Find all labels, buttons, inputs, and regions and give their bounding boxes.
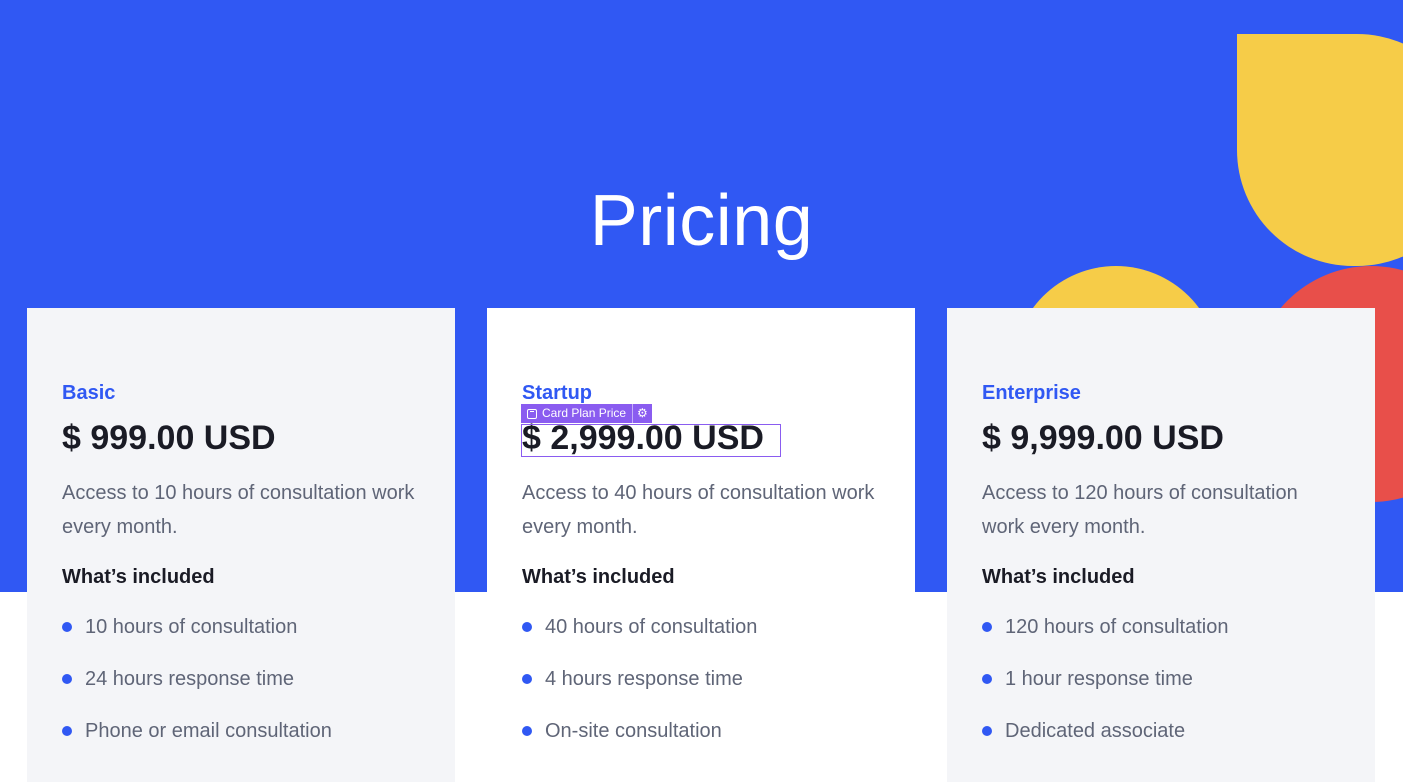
selection-outline [521,424,781,457]
feature-item: On-site consultation [522,716,880,746]
feature-item: Phone or email consultation [62,716,420,746]
feature-label: 24 hours response time [85,667,295,690]
included-heading: What’s included [62,566,215,588]
pricing-card-startup: Startup Card Plan Price ⚙ $ 2,999.00 USD… [487,308,915,782]
bullet-icon [982,726,992,736]
bullet-icon [982,622,992,632]
feature-label: 4 hours response time [545,667,743,690]
feature-item: Dedicated associate [982,716,1340,746]
included-heading: What’s included [982,566,1135,588]
plan-name: Enterprise [982,382,1081,404]
plan-description: Access to 120 hours of consultation work… [982,482,1298,538]
plan-price: $ 9,999.00 USD [982,419,1224,457]
feature-label: Phone or email consultation [85,719,332,742]
feature-list: 120 hours of consultation 1 hour respons… [982,612,1340,746]
text-element-icon [527,408,537,419]
feature-label: On-site consultation [545,719,722,742]
bullet-icon [522,622,532,632]
feature-item: 4 hours response time [522,664,880,694]
feature-label: 40 hours of consultation [545,615,758,638]
feature-label: 10 hours of consultation [85,615,298,638]
feature-item: 10 hours of consultation [62,612,420,642]
feature-item: 24 hours response time [62,664,420,694]
feature-list: 40 hours of consultation 4 hours respons… [522,612,880,746]
plan-description: Access to 40 hours of consultation work … [522,482,875,538]
feature-item: 120 hours of consultation [982,612,1340,642]
included-heading: What’s included [522,566,675,588]
pricing-card-enterprise: Enterprise $ 9,999.00 USD Access to 120 … [947,308,1375,782]
bullet-icon [62,622,72,632]
feature-label: Dedicated associate [1005,719,1186,742]
pricing-card-basic: Basic $ 999.00 USD Access to 10 hours of… [27,308,455,782]
plan-name: Basic [62,382,116,404]
bullet-icon [522,674,532,684]
feature-item: 1 hour response time [982,664,1340,694]
editor-selection-label: Card Plan Price [542,406,627,420]
feature-list: 10 hours of consultation 24 hours respon… [62,612,420,746]
feature-label: 120 hours of consultation [1005,615,1229,638]
bullet-icon [62,726,72,736]
plan-description: Access to 10 hours of consultation work … [62,482,415,538]
feature-label: 1 hour response time [1005,667,1193,690]
editor-selection-tag[interactable]: Card Plan Price ⚙ [521,404,652,423]
bullet-icon [522,726,532,736]
bullet-icon [982,674,992,684]
plan-price: $ 999.00 USD [62,419,276,457]
feature-item: 40 hours of consultation [522,612,880,642]
bullet-icon [62,674,72,684]
gear-icon[interactable]: ⚙ [632,404,652,423]
page-title: Pricing [589,181,814,261]
